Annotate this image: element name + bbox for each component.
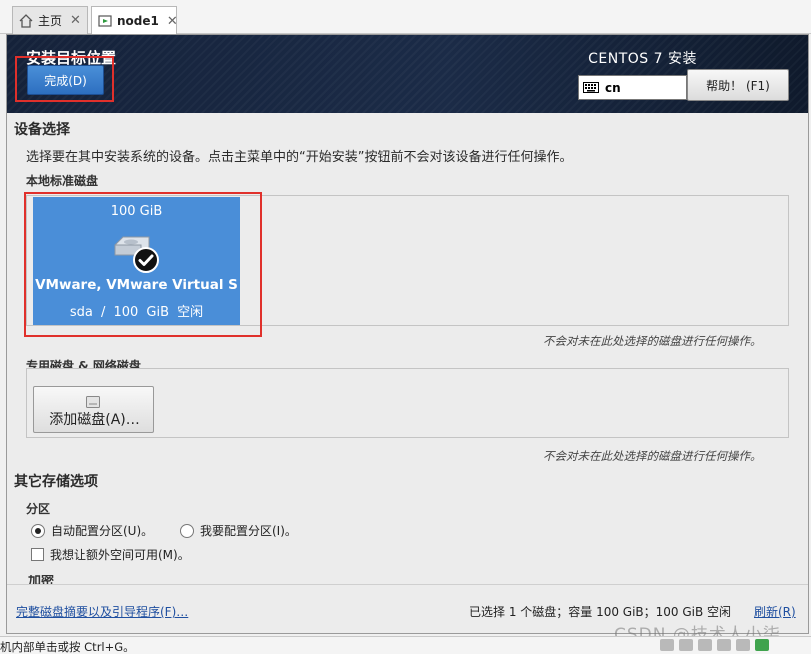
selected-check-icon — [133, 247, 159, 273]
tray-icon[interactable] — [717, 639, 731, 651]
extra-space-label: 我想让额外空间可用(M)。 — [50, 548, 190, 562]
partition-title: 分区 — [26, 502, 51, 516]
disk-tile-sda[interactable]: 100 GiB VMware, VMware Virtual S sda / 1… — [33, 197, 240, 325]
disk-device: sda — [69, 305, 93, 320]
tray-icon[interactable] — [698, 639, 712, 651]
keyboard-layout-value: cn — [605, 80, 621, 95]
radio-unselected[interactable] — [180, 523, 194, 538]
tab-node1[interactable]: node1 ✕ — [91, 6, 178, 35]
close-icon[interactable]: ✕ — [70, 13, 81, 28]
home-icon — [19, 13, 33, 28]
refresh-link[interactable]: 刷新(R) — [754, 603, 796, 620]
local-disks-note: 不会对未在此处选择的磁盘进行任何操作。 — [543, 334, 762, 348]
checkbox[interactable] — [31, 548, 44, 561]
product-title: CENTOS 7 安装 — [588, 51, 697, 67]
tray-icon[interactable] — [679, 639, 693, 651]
done-button-highlight: 完成(D) — [15, 56, 114, 102]
done-button[interactable]: 完成(D) — [27, 65, 104, 95]
device-selection-title: 设备选择 — [14, 122, 70, 138]
specialized-disks-note: 不会对未在此处选择的磁盘进行任何操作。 — [543, 449, 762, 463]
vmware-window: 主页 ✕ node1 ✕ 安装目标位置 完成(D) CENTOS 7 安装 cn — [0, 0, 811, 654]
full-disk-summary-link[interactable]: 完整磁盘摘要以及引导程序(F)… — [16, 603, 188, 620]
other-storage-title: 其它存储选项 — [14, 474, 98, 490]
disk-name: VMware, VMware Virtual S — [35, 277, 238, 293]
help-button[interactable]: 帮助！ (F1) — [687, 69, 789, 101]
tray-icon[interactable] — [736, 639, 750, 651]
disk-separator: / — [100, 305, 106, 320]
installer-header: 安装目标位置 完成(D) CENTOS 7 安装 cn 帮助！ (F1) — [7, 35, 808, 113]
vm-icon — [98, 14, 112, 28]
tab-home[interactable]: 主页 ✕ — [12, 6, 88, 34]
encryption-title: 加密 — [28, 575, 55, 584]
disk-size: 100 GiB — [110, 204, 163, 219]
selection-status: 已选择 1 个磁盘；容量 100 GiB；100 GiB 空闲 — [469, 605, 732, 619]
tab-home-label: 主页 — [38, 14, 63, 28]
local-disks-title: 本地标准磁盘 — [26, 174, 99, 188]
vm-status-hint: 机内部单击或按 Ctrl+G。 — [0, 640, 135, 654]
checkbox-extra-space[interactable]: 我想让额外空间可用(M)。 — [31, 546, 190, 563]
keyboard-icon — [583, 82, 599, 93]
add-disk-label: 添加磁盘(A)… — [49, 412, 140, 428]
tray-icon[interactable] — [660, 639, 674, 651]
keyboard-layout-indicator[interactable]: cn — [578, 75, 687, 100]
close-icon[interactable]: ✕ — [167, 14, 178, 29]
hard-disk-icon — [109, 233, 161, 273]
tray-icon[interactable] — [755, 639, 769, 651]
vm-status-bar: 机内部单击或按 Ctrl+G。 — [0, 636, 811, 654]
status-tray — [660, 639, 769, 651]
add-disk-icon — [86, 393, 100, 408]
vm-tab-bar: 主页 ✕ node1 ✕ — [0, 0, 811, 35]
device-selection-description: 选择要在其中安装系统的设备。点击主菜单中的“开始安装”按钮前不会对该设备进行任何… — [26, 150, 573, 165]
disk-details: sda / 100 GiB 空闲 — [33, 301, 240, 320]
manual-partition-label: 我要配置分区(I)。 — [200, 524, 297, 538]
auto-partition-label: 自动配置分区(U)。 — [51, 524, 154, 538]
disk-free: 100 GiB 空闲 — [113, 305, 204, 320]
radio-auto-partition[interactable]: 自动配置分区(U)。 — [31, 522, 153, 539]
radio-manual-partition[interactable]: 我要配置分区(I)。 — [180, 522, 297, 539]
tab-node1-label: node1 — [117, 14, 159, 28]
radio-selected[interactable] — [31, 523, 45, 538]
installer-screen: 安装目标位置 完成(D) CENTOS 7 安装 cn 帮助！ (F1) 设备选… — [6, 34, 809, 634]
add-disk-button[interactable]: 添加磁盘(A)… — [33, 386, 154, 433]
